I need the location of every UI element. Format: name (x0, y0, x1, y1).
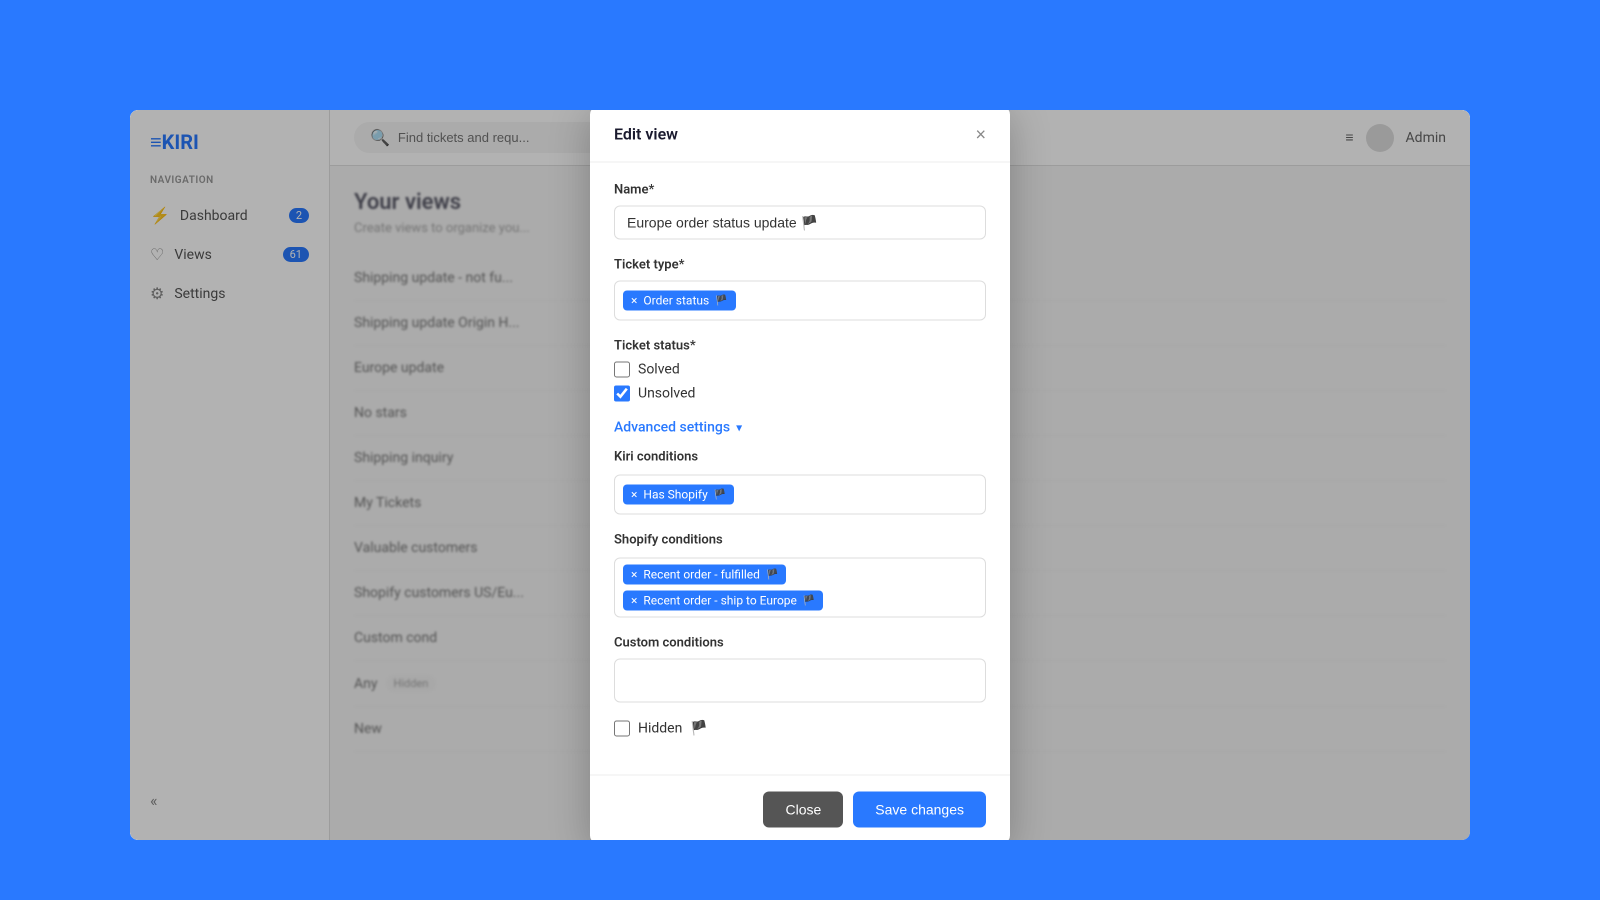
kiri-conditions-input-area[interactable]: × Has Shopify 🏴 (614, 475, 986, 515)
tag-remove-icon: × (631, 488, 637, 502)
solved-checkbox[interactable] (614, 362, 630, 378)
solved-checkbox-item[interactable]: Solved (614, 362, 986, 378)
shopify-conditions-input-area[interactable]: × Recent order - fulfilled 🏴 × Recent or… (614, 558, 986, 618)
shopify-conditions-group: Shopify conditions × Recent order - fulf… (614, 533, 986, 618)
tag-flag-icon: 🏴 (715, 295, 727, 306)
hidden-label: Hidden (638, 721, 682, 737)
ticket-type-input-area[interactable]: × Order status 🏴 (614, 281, 986, 321)
edit-view-modal: Edit view × Name* Ticket type* × Order s… (590, 110, 1010, 840)
tag-flag-icon: 🏴 (803, 595, 815, 606)
shopify-conditions-label: Shopify conditions (614, 533, 986, 548)
tag-flag-icon: 🏴 (714, 489, 726, 500)
tag-flag-icon: 🏴 (766, 569, 778, 580)
shopify-tag-1[interactable]: × Recent order - ship to Europe 🏴 (623, 591, 823, 611)
hidden-flag-icon: 🏴 (690, 721, 707, 737)
name-label: Name* (614, 183, 986, 198)
ticket-status-label: Ticket status* (614, 339, 986, 354)
close-button[interactable]: Close (763, 792, 843, 828)
solved-label: Solved (638, 362, 680, 378)
ticket-type-tag[interactable]: × Order status 🏴 (623, 291, 736, 311)
app-container: ≡KIRI NAVIGATION ⚡ Dashboard 2 ♡ Views 6… (130, 110, 1470, 840)
name-field-group: Name* (614, 183, 986, 240)
chevron-down-icon: ▾ (736, 421, 742, 435)
ticket-type-group: Ticket type* × Order status 🏴 (614, 258, 986, 321)
hidden-group: Hidden 🏴 (614, 721, 986, 737)
tag-label: Has Shopify (643, 488, 707, 502)
modal-close-button[interactable]: × (975, 125, 986, 143)
tag-remove-icon: × (631, 594, 637, 608)
shopify-tag-0[interactable]: × Recent order - fulfilled 🏴 (623, 565, 786, 585)
ticket-type-label: Ticket type* (614, 258, 986, 273)
unsolved-checkbox-item[interactable]: Unsolved (614, 386, 986, 402)
custom-conditions-label: Custom conditions (614, 636, 986, 651)
modal-body: Name* Ticket type* × Order status 🏴 Tick… (590, 163, 1010, 775)
hidden-checkbox-item[interactable]: Hidden 🏴 (614, 721, 986, 737)
custom-conditions-group: Custom conditions (614, 636, 986, 703)
save-changes-button[interactable]: Save changes (853, 792, 986, 828)
ticket-status-group: Ticket status* Solved Unsolved (614, 339, 986, 402)
advanced-settings-toggle[interactable]: Advanced settings ▾ (614, 420, 986, 436)
kiri-conditions-group: Kiri conditions × Has Shopify 🏴 (614, 450, 986, 515)
ticket-status-checkboxes: Solved Unsolved (614, 362, 986, 402)
hidden-checkbox[interactable] (614, 721, 630, 737)
advanced-settings-label: Advanced settings (614, 420, 730, 436)
tag-label: Recent order - fulfilled (643, 568, 760, 582)
modal-footer: Close Save changes (590, 775, 1010, 841)
tag-label: Recent order - ship to Europe (643, 594, 797, 608)
unsolved-label: Unsolved (638, 386, 695, 402)
tag-remove-icon: × (631, 294, 637, 308)
modal-title: Edit view (614, 125, 678, 144)
name-input[interactable] (614, 206, 986, 240)
kiri-conditions-label: Kiri conditions (614, 450, 986, 465)
custom-conditions-input-area[interactable] (614, 659, 986, 703)
modal-header: Edit view × (590, 110, 1010, 163)
unsolved-checkbox[interactable] (614, 386, 630, 402)
tag-remove-icon: × (631, 568, 637, 582)
kiri-conditions-tag[interactable]: × Has Shopify 🏴 (623, 485, 734, 505)
tag-label: Order status (643, 294, 709, 308)
